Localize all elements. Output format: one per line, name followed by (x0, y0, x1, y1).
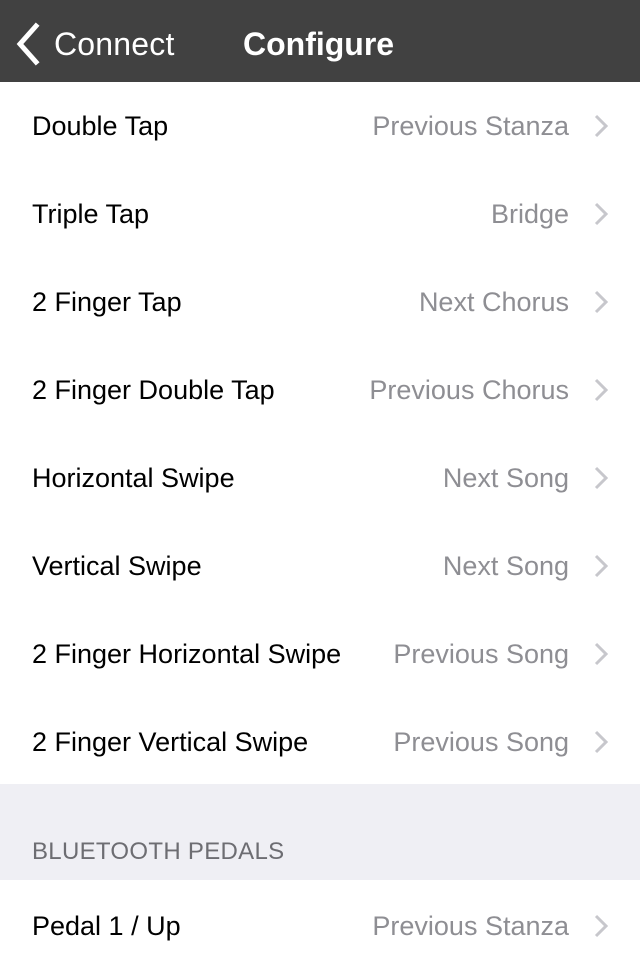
row-label: 2 Finger Tap (32, 286, 182, 317)
pedal-list: Pedal 1 / Up Previous Stanza (0, 882, 640, 970)
row-value: Previous Song (393, 638, 569, 669)
section-title: BLUETOOTH PEDALS (32, 838, 285, 865)
navigation-bar: Connect Configure (0, 0, 640, 88)
chevron-right-icon (594, 730, 608, 754)
gesture-row-vertical-swipe[interactable]: Vertical Swipe Next Song (0, 522, 640, 610)
row-label: Triple Tap (32, 198, 150, 229)
row-label: Pedal 1 / Up (32, 910, 181, 941)
row-label: 2 Finger Vertical Swipe (32, 726, 309, 757)
row-label: 2 Finger Horizontal Swipe (32, 638, 342, 669)
row-label: Horizontal Swipe (32, 462, 235, 493)
row-value: Previous Song (393, 726, 569, 757)
chevron-right-icon (594, 466, 608, 490)
chevron-right-icon (594, 914, 608, 938)
gesture-row-2-finger-double-tap[interactable]: 2 Finger Double Tap Previous Chorus (0, 346, 640, 434)
gesture-row-2-finger-horizontal-swipe[interactable]: 2 Finger Horizontal Swipe Previous Song (0, 610, 640, 698)
back-label: Connect (54, 25, 175, 62)
row-value: Bridge (490, 198, 569, 229)
row-value: Next Chorus (418, 286, 569, 317)
chevron-right-icon (594, 554, 608, 578)
gesture-row-2-finger-vertical-swipe[interactable]: 2 Finger Vertical Swipe Previous Song (0, 698, 640, 786)
gesture-row-horizontal-swipe[interactable]: Horizontal Swipe Next Song (0, 434, 640, 522)
gesture-list: Double Tap Previous Stanza Triple Tap Br… (0, 82, 640, 786)
gesture-row-triple-tap[interactable]: Triple Tap Bridge (0, 170, 640, 258)
gesture-row-2-finger-tap[interactable]: 2 Finger Tap Next Chorus (0, 258, 640, 346)
page-title: Configure (243, 26, 395, 62)
chevron-right-icon (594, 114, 608, 138)
row-value: Previous Stanza (372, 910, 569, 941)
chevron-right-icon (594, 378, 608, 402)
section-header-bluetooth: BLUETOOTH PEDALS (0, 784, 640, 880)
row-label: Double Tap (32, 110, 169, 141)
chevron-right-icon (594, 202, 608, 226)
row-value: Next Song (442, 462, 569, 493)
chevron-right-icon (594, 290, 608, 314)
row-value: Previous Chorus (369, 374, 569, 405)
gesture-row-double-tap[interactable]: Double Tap Previous Stanza (0, 82, 640, 170)
chevron-right-icon (594, 642, 608, 666)
chevron-left-icon (16, 22, 40, 66)
row-value: Previous Stanza (372, 110, 569, 141)
row-value: Next Song (442, 550, 569, 581)
row-label: 2 Finger Double Tap (32, 374, 275, 405)
row-label: Vertical Swipe (32, 550, 202, 581)
pedal-row-1-up[interactable]: Pedal 1 / Up Previous Stanza (0, 882, 640, 970)
back-button[interactable]: Connect (14, 20, 175, 68)
